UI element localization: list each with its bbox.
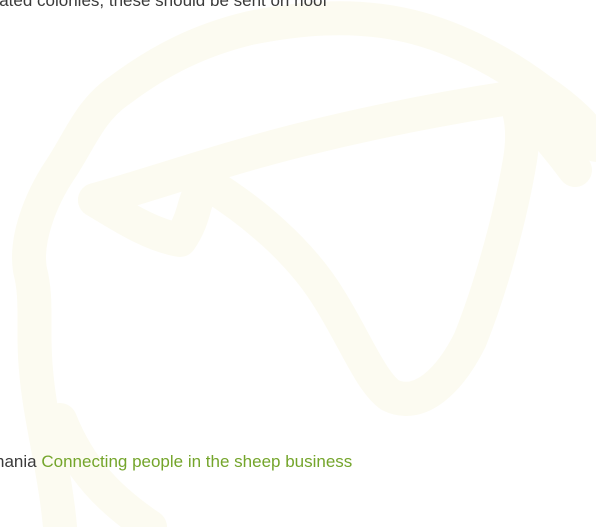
body-text-fragment: plated colonies, these should be sent on… bbox=[0, 0, 328, 10]
footer-org-name: nania bbox=[0, 452, 37, 471]
document-page: plated colonies, these should be sent on… bbox=[0, 0, 596, 527]
sheep-outline-icon bbox=[12, 1, 596, 527]
footer-tagline: Connecting people in the sheep business bbox=[41, 452, 353, 471]
footer-line: nania Connecting people in the sheep bus… bbox=[0, 452, 352, 472]
